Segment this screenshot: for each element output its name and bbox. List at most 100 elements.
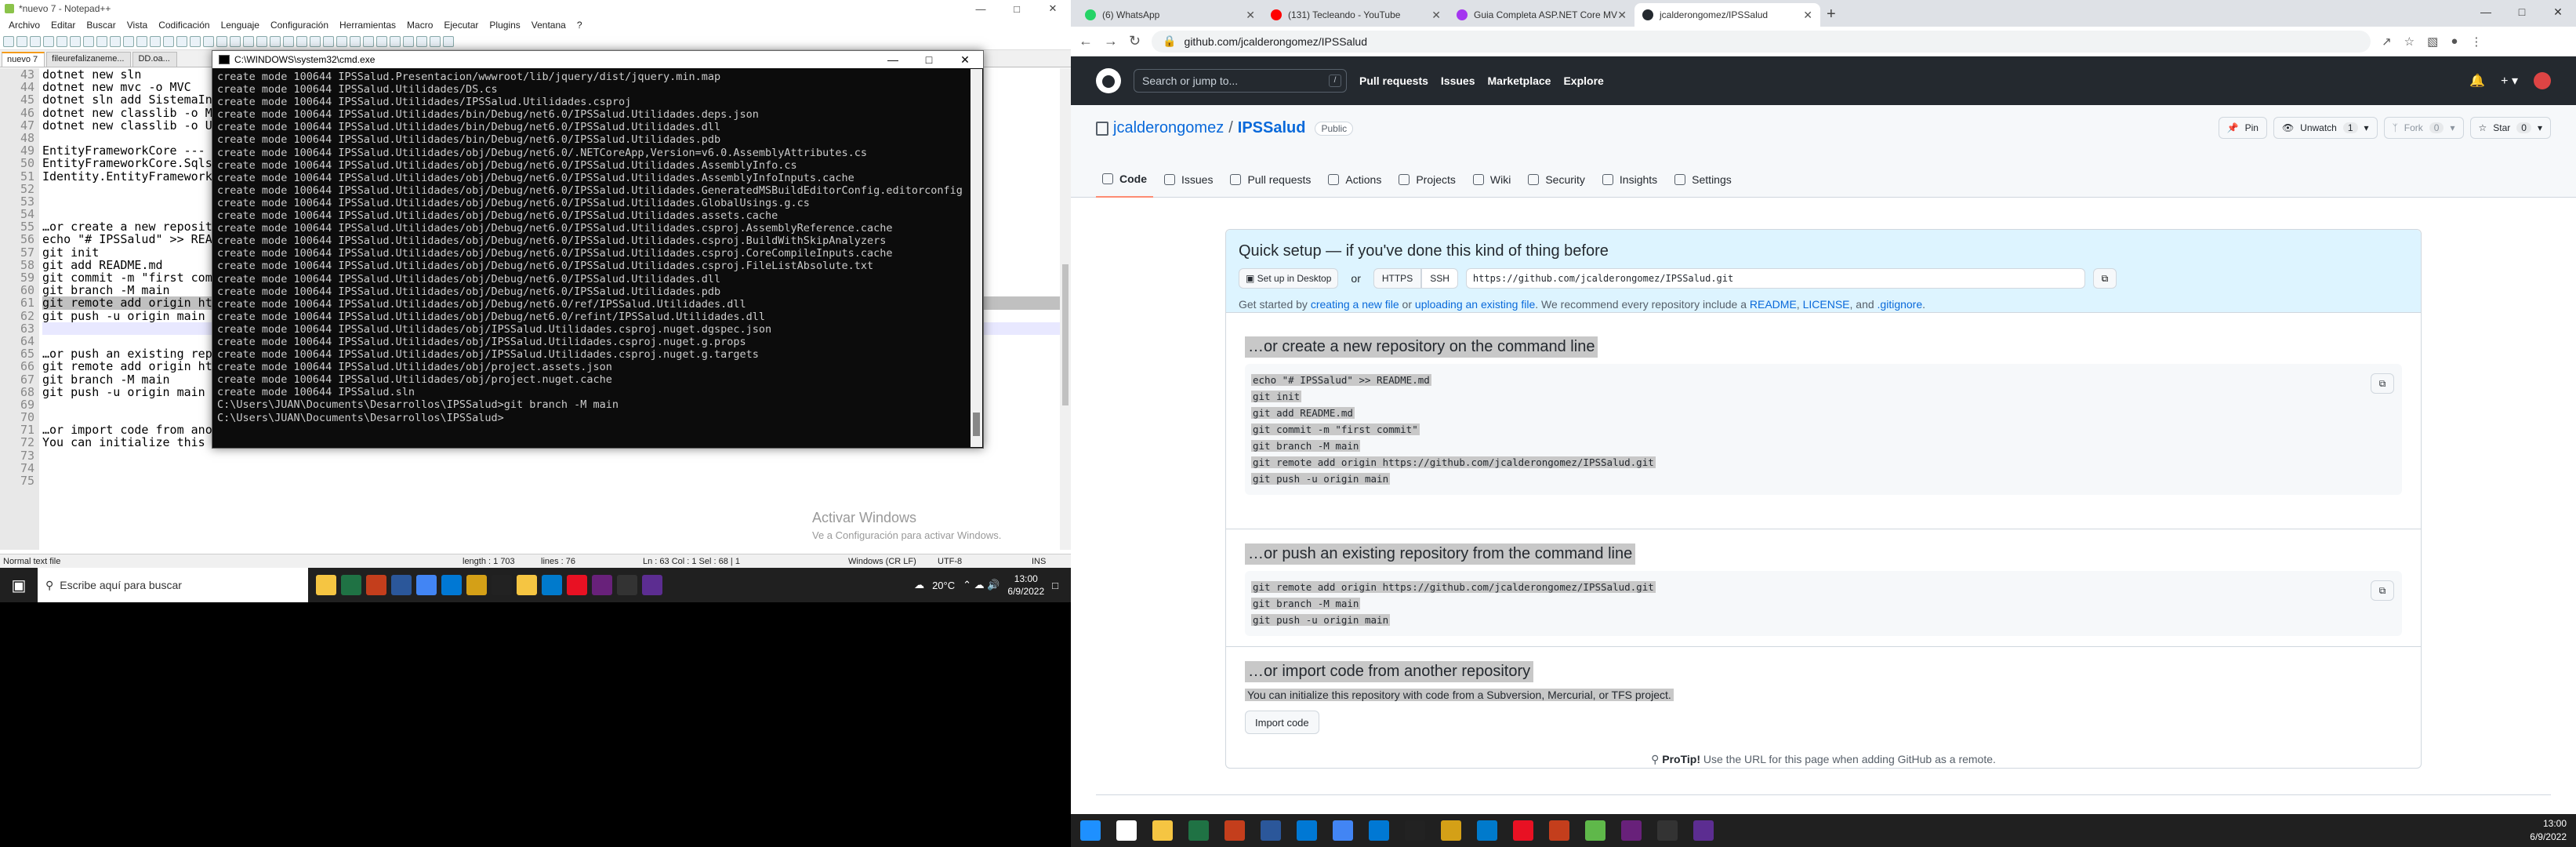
taskbar-app-icon[interactable]	[1693, 820, 1714, 841]
cmd-minimize-button[interactable]: —	[875, 51, 911, 68]
repo-tab-actions[interactable]: Actions	[1322, 162, 1388, 198]
toolbar-button-icon[interactable]	[83, 35, 94, 47]
taskbar-app-icon[interactable]	[492, 575, 512, 595]
toolbar-button-icon[interactable]	[96, 35, 107, 47]
ssh-toggle[interactable]: SSH	[1421, 268, 1458, 289]
taskbar-app-icon[interactable]	[1333, 820, 1353, 841]
reload-icon[interactable]: ↻	[1129, 33, 1141, 49]
new-tab-icon[interactable]: +	[1827, 5, 1836, 24]
github-header-link[interactable]: Issues	[1441, 75, 1475, 87]
create-file-link[interactable]: creating a new file	[1311, 298, 1399, 311]
taskbar-clock[interactable]: 13:00 6/9/2022	[1007, 573, 1044, 598]
taskbar-app-icon[interactable]	[1621, 820, 1642, 841]
repo-tab-projects[interactable]: Projects	[1392, 162, 1462, 198]
taskbar-app-icon[interactable]	[416, 575, 437, 595]
menu-item[interactable]: Vista	[122, 20, 153, 31]
browser-close-button[interactable]: ✕	[2540, 0, 2576, 24]
cmd-scrollbar[interactable]	[971, 69, 982, 447]
tab-close-icon[interactable]: ✕	[1431, 9, 1441, 22]
menu-item[interactable]: Herramientas	[334, 20, 401, 31]
toolbar-button-icon[interactable]	[16, 35, 27, 47]
back-icon[interactable]: ←	[1079, 33, 1093, 49]
menu-item[interactable]: Buscar	[81, 20, 121, 31]
watch-button[interactable]: 👁 Unwatch 1 ▾	[2273, 117, 2378, 139]
copy-create-button[interactable]: ⧉	[2371, 373, 2394, 394]
browser-tab[interactable]: jcalderongomez/IPSSalud ✕	[1634, 3, 1820, 27]
browser-tab[interactable]: (131) Tecleando - YouTube ✕	[1263, 3, 1449, 27]
taskbar-app-icon[interactable]	[1549, 820, 1569, 841]
taskbar-app-icon[interactable]	[1477, 820, 1497, 841]
toolbar-button-icon[interactable]	[256, 35, 267, 47]
toolbar-button-icon[interactable]	[43, 35, 54, 47]
toolbar-button-icon[interactable]	[150, 35, 161, 47]
taskbar-app-icon[interactable]	[466, 575, 487, 595]
copy-push-button[interactable]: ⧉	[2371, 580, 2394, 601]
toolbar-button-icon[interactable]	[70, 35, 81, 47]
github-search[interactable]: Search or jump to... /	[1134, 69, 1347, 93]
taskbar-app-icon[interactable]	[592, 575, 612, 595]
toolbar-button-icon[interactable]	[110, 35, 121, 47]
editor-line[interactable]	[42, 449, 1060, 462]
taskbar-app-icon[interactable]	[441, 575, 462, 595]
taskbar-app-icon[interactable]	[1225, 820, 1245, 841]
https-toggle[interactable]: HTTPS	[1373, 268, 1422, 289]
right-taskbar-clock[interactable]: 13:00 6/9/2022	[2530, 817, 2567, 844]
taskbar-app-icon[interactable]	[1657, 820, 1678, 841]
forward-icon[interactable]: →	[1104, 33, 1118, 49]
taskbar-app-icon[interactable]	[542, 575, 562, 595]
toolbar-button-icon[interactable]	[216, 35, 227, 47]
repo-owner-link[interactable]: jcalderongomez	[1113, 119, 1224, 137]
menu-item[interactable]: Archivo	[3, 20, 45, 31]
taskbar-app-icon[interactable]	[517, 575, 537, 595]
menu-item[interactable]: Ejecutar	[438, 20, 484, 31]
taskbar-app-icon[interactable]	[391, 575, 412, 595]
toolbar-button-icon[interactable]	[3, 35, 14, 47]
repo-tab-pull-requests[interactable]: Pull requests	[1224, 162, 1317, 198]
cmd-output[interactable]: create mode 100644 IPSSalud.Presentacion…	[217, 71, 969, 446]
toolbar-button-icon[interactable]	[190, 35, 201, 47]
notification-icon[interactable]: □	[1052, 580, 1058, 591]
toolbar-button-icon[interactable]	[376, 35, 387, 47]
toolbar-button-icon[interactable]	[56, 35, 67, 47]
repo-tab-wiki[interactable]: Wiki	[1467, 162, 1517, 198]
github-header-link[interactable]: Explore	[1563, 75, 1603, 87]
toolbar-button-icon[interactable]	[30, 35, 41, 47]
license-link[interactable]: LICENSE	[1803, 298, 1850, 311]
toolbar-button-icon[interactable]	[296, 35, 307, 47]
setup-desktop-button[interactable]: ▣ Set up in Desktop	[1239, 268, 1339, 289]
menu-item[interactable]: Ventana	[526, 20, 571, 31]
toolbar-button-icon[interactable]	[230, 35, 241, 47]
toolbar-button-icon[interactable]	[390, 35, 401, 47]
taskbar-app-icon[interactable]	[1513, 820, 1533, 841]
taskbar-app-icon[interactable]	[1261, 820, 1281, 841]
menu-icon[interactable]: ⋮	[2470, 35, 2482, 49]
browser-tab[interactable]: (6) WhatsApp ✕	[1077, 3, 1263, 27]
toolbar-button-icon[interactable]	[270, 35, 281, 47]
toolbar-button-icon[interactable]	[176, 35, 187, 47]
menu-item[interactable]: ?	[571, 20, 588, 31]
menu-item[interactable]: Lenguaje	[216, 20, 265, 31]
notepad-tab[interactable]: nuevo 7	[2, 52, 45, 67]
taskbar-app-icon[interactable]	[1441, 820, 1461, 841]
create-code-block[interactable]: ⧉ echo "# IPSSalud" >> README.md git init…	[1245, 364, 2402, 495]
notepad-tab[interactable]: DD.oa...	[132, 52, 177, 67]
windows-start-icon[interactable]: ▣	[0, 568, 38, 602]
cmd-maximize-button[interactable]: □	[911, 51, 947, 68]
editor-line[interactable]	[42, 462, 1060, 474]
taskbar-app-icon[interactable]	[1585, 820, 1605, 841]
menu-item[interactable]: Editar	[45, 20, 81, 31]
plus-icon[interactable]: + ▾	[2501, 73, 2518, 89]
toolbar-button-icon[interactable]	[310, 35, 321, 47]
taskbar-app-icon[interactable]	[1116, 820, 1137, 841]
menu-item[interactable]: Codificación	[153, 20, 215, 31]
tab-close-icon[interactable]: ✕	[1803, 9, 1812, 22]
repo-tab-security[interactable]: Security	[1522, 162, 1591, 198]
taskbar-app-icon[interactable]	[1188, 820, 1209, 841]
toolbar-button-icon[interactable]	[203, 35, 214, 47]
taskbar-app-icon[interactable]	[1297, 820, 1317, 841]
toolbar-button-icon[interactable]	[430, 35, 441, 47]
taskbar-app-icon[interactable]	[316, 575, 336, 595]
cmd-window[interactable]: C:\WINDOWS\system32\cmd.exe — □ ✕ create…	[212, 50, 984, 449]
github-header-link[interactable]: Marketplace	[1488, 75, 1551, 87]
pin-button[interactable]: 📌 Pin	[2218, 117, 2267, 139]
